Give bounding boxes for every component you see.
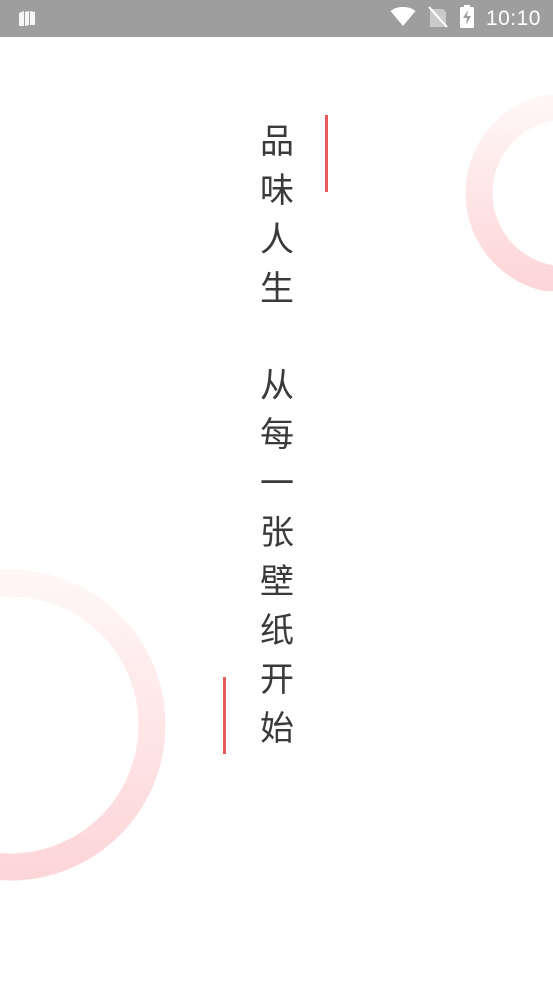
slogan-char: 每 <box>260 415 294 455</box>
no-sim-icon <box>428 5 448 32</box>
slogan-line-1: 品 味 人 生 <box>257 118 297 314</box>
status-icons: 10:10 <box>390 0 541 37</box>
status-time: 10:10 <box>485 6 541 30</box>
slogan-char: 始 <box>260 709 294 749</box>
slogan-char: 壁 <box>260 562 294 602</box>
storage-icon <box>18 10 36 31</box>
slogan-char: 味 <box>260 171 294 211</box>
slogan-char: 人 <box>260 220 294 260</box>
slogan-line-2: 从 每 一 张 壁 纸 开 始 <box>257 362 297 754</box>
decorative-ring-bottom-left <box>0 569 166 881</box>
slogan-char: 从 <box>260 366 294 406</box>
accent-line-bottom <box>223 677 226 754</box>
slogan-char: 张 <box>260 513 294 553</box>
slogan-char: 品 <box>260 122 294 162</box>
slogan-char: 一 <box>260 464 294 504</box>
decorative-ring-top-right <box>465 95 553 291</box>
status-bar: 10:10 <box>0 0 553 37</box>
wifi-icon <box>390 6 416 31</box>
slogan-char: 纸 <box>260 611 294 651</box>
slogan-char: 开 <box>260 660 294 700</box>
accent-line-top <box>325 115 328 192</box>
slogan-char: 生 <box>260 269 294 309</box>
battery-charging-icon <box>459 5 474 32</box>
